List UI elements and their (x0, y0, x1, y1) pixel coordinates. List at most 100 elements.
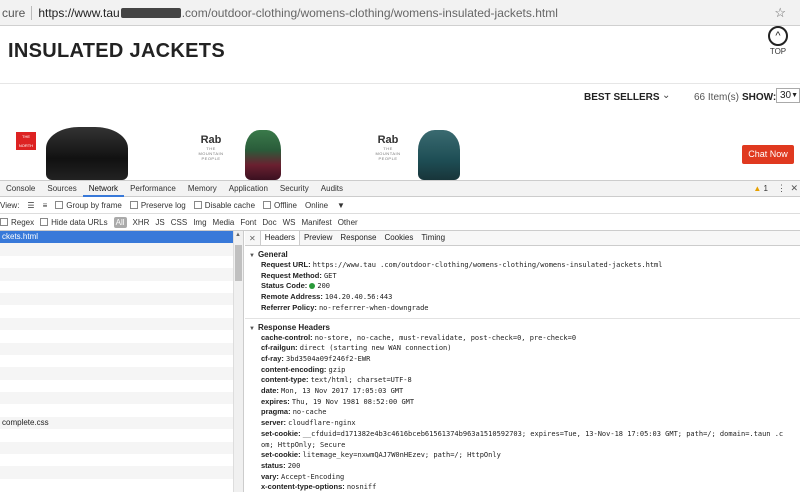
request-row[interactable] (0, 292, 243, 306)
filter-manifest[interactable]: Manifest (301, 218, 331, 227)
security-indicator[interactable]: cure (0, 6, 25, 20)
product-image-jacket-teal[interactable] (418, 130, 460, 180)
checkbox-box (55, 201, 64, 209)
filter-xhr[interactable]: XHR (133, 218, 150, 227)
chat-now-button[interactable]: Chat Now (742, 145, 794, 164)
request-row[interactable] (0, 466, 243, 479)
header-value: GET (323, 271, 337, 280)
header-value: gzip (328, 365, 346, 374)
scroll-up-icon[interactable]: ▲ (235, 232, 241, 238)
general-heading: General (257, 250, 288, 259)
product-image-jacket-black[interactable] (46, 127, 128, 180)
tab-audits[interactable]: Audits (315, 181, 349, 197)
header-value: Thu, 19 Nov 1981 08:52:00 GMT (291, 397, 415, 406)
header-value: cloudflare-nginx (288, 419, 356, 428)
group-by-frame-checkbox[interactable]: Group by frame (55, 201, 122, 210)
request-row[interactable] (0, 367, 243, 380)
request-list: ckets.html complete.css ▲ (0, 231, 244, 492)
rab-logo-text: Rab (200, 134, 222, 146)
filter-font[interactable]: Font (240, 218, 256, 227)
header-value: Accept-Encoding (281, 472, 345, 481)
url-prefix: https://www.tau (38, 5, 120, 20)
tab-performance[interactable]: Performance (124, 181, 182, 197)
request-row[interactable] (0, 404, 243, 416)
warning-indicator[interactable]: ▲ 1 (753, 184, 768, 193)
request-row[interactable] (0, 355, 243, 367)
regex-checkbox[interactable]: Regex (0, 218, 34, 227)
request-row[interactable]: complete.css (0, 416, 243, 430)
request-row[interactable] (0, 380, 243, 392)
request-row[interactable] (0, 268, 243, 281)
request-list-scrollbar[interactable]: ▲ (233, 231, 243, 492)
header-key: content-encoding: (261, 364, 327, 374)
tab-network[interactable]: Network (82, 181, 125, 197)
overview-view-icon[interactable]: ≡ (43, 201, 48, 210)
header-key: server: (261, 418, 287, 428)
offline-checkbox[interactable]: Offline (263, 201, 297, 210)
request-row[interactable] (0, 330, 243, 342)
tab-response[interactable]: Response (336, 231, 380, 245)
devtools-tabs: Console Sources Network Performance Memo… (0, 180, 800, 197)
tab-application[interactable]: Application (223, 181, 274, 197)
offline-label: Offline (274, 200, 297, 210)
tab-sources[interactable]: Sources (41, 181, 82, 197)
tab-console[interactable]: Console (0, 181, 41, 197)
request-row[interactable] (0, 454, 243, 466)
scroll-thumb[interactable] (235, 245, 242, 281)
filter-all[interactable]: All (113, 216, 127, 228)
product-image-jacket-green-red[interactable] (245, 130, 281, 180)
sort-dropdown[interactable]: BEST SELLERS (584, 92, 660, 103)
tab-headers[interactable]: Headers (259, 231, 300, 245)
page-title: INSULATED JACKETS (8, 40, 225, 62)
filter-other[interactable]: Other (338, 218, 358, 227)
list-view-icon[interactable]: ☰ (27, 201, 34, 210)
request-row[interactable] (0, 441, 243, 455)
address-separator (31, 5, 33, 20)
header-key: vary: (261, 471, 279, 481)
header-value: litemage_key=nxwmQAJ7W0nHEzev; path=/; H… (302, 451, 501, 460)
filter-css[interactable]: CSS (171, 218, 187, 227)
request-row[interactable] (0, 479, 243, 491)
tab-timing[interactable]: Timing (417, 231, 449, 245)
chevron-down-icon[interactable]: ⌄ (662, 90, 670, 101)
rab-logo-sub: THE MOUNTAIN PEOPLE (198, 146, 224, 161)
bookmark-star-icon[interactable]: ☆ (774, 5, 786, 21)
request-row[interactable]: ckets.html (0, 231, 243, 244)
request-row[interactable] (0, 392, 243, 405)
request-row[interactable] (0, 281, 243, 293)
url-text[interactable]: https://www.tau .com/outdoor-clothing/wom… (38, 6, 558, 20)
request-row[interactable] (0, 342, 243, 355)
disable-cache-label: Disable cache (204, 200, 256, 210)
filter-doc[interactable]: Doc (262, 218, 276, 227)
tab-security[interactable]: Security (274, 181, 315, 197)
general-section-header[interactable]: ▼ General (245, 246, 800, 260)
header-row: Request URL: https://www.tau .com/outdoo… (245, 260, 800, 271)
request-row[interactable] (0, 256, 243, 268)
request-row[interactable] (0, 317, 243, 331)
more-menu-icon[interactable]: ⋮ (777, 183, 786, 194)
tab-cookies[interactable]: Cookies (380, 231, 417, 245)
filter-img[interactable]: Img (193, 218, 206, 227)
tab-memory[interactable]: Memory (182, 181, 223, 197)
show-per-page-select[interactable]: 30 ▼ (776, 88, 800, 103)
tab-preview[interactable]: Preview (300, 231, 336, 245)
close-icon[interactable]: ✕ (790, 183, 798, 194)
disable-cache-checkbox[interactable]: Disable cache (193, 200, 256, 210)
request-details: ✕ Headers Preview Response Cookies Timin… (245, 231, 800, 492)
request-row[interactable] (0, 243, 243, 256)
request-row[interactable] (0, 429, 243, 441)
throttling-select[interactable]: Online ▼ (305, 201, 345, 210)
filter-ws[interactable]: WS (283, 218, 296, 227)
response-headers-section-header[interactable]: ▼ Response Headers (245, 319, 800, 333)
preserve-log-checkbox[interactable]: Preserve log (129, 201, 186, 210)
back-to-top-button[interactable]: ^ TOP (768, 26, 788, 56)
filter-media[interactable]: Media (213, 218, 235, 227)
request-row[interactable] (0, 305, 243, 317)
address-bar[interactable]: cure https://www.tau .com/outdoor-clothin… (0, 0, 800, 26)
header-value: Mon, 13 Nov 2017 17:05:03 GMT (281, 387, 404, 396)
filter-js[interactable]: JS (155, 218, 164, 227)
header-row: content-encoding: gzip (245, 365, 800, 376)
header-key: Referrer Policy: (261, 302, 317, 312)
hide-data-urls-checkbox[interactable]: Hide data URLs (40, 218, 108, 227)
close-details-icon[interactable]: ✕ (245, 234, 260, 243)
